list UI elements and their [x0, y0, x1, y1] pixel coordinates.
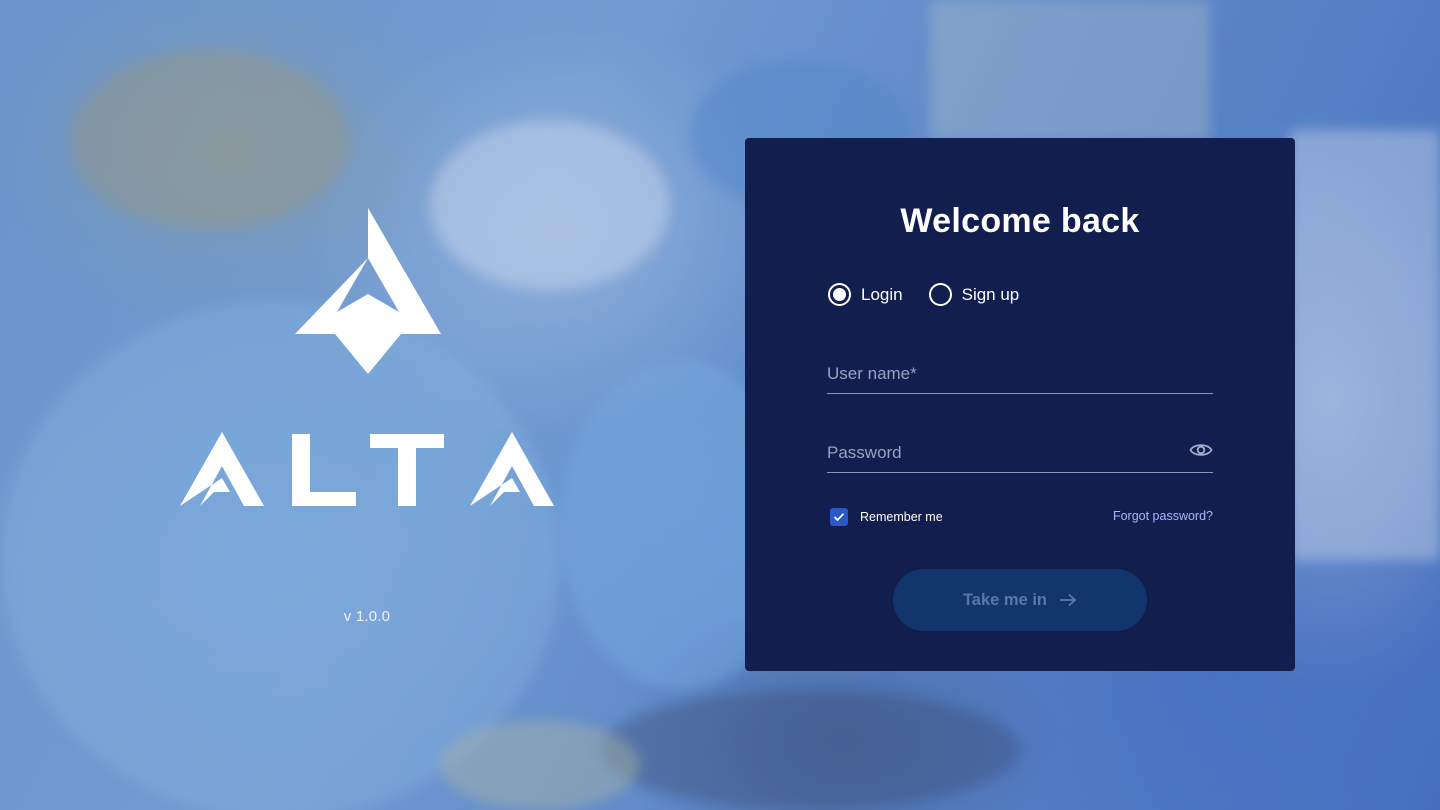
remember-me-label: Remember me: [860, 510, 943, 524]
signup-radio[interactable]: [928, 283, 952, 306]
auth-mode-group: Login Sign up: [828, 283, 1019, 306]
signup-radio-option[interactable]: Sign up: [928, 283, 1020, 306]
remember-me[interactable]: Remember me: [830, 508, 943, 526]
username-field: [827, 354, 1213, 394]
login-radio-option[interactable]: Login: [828, 283, 903, 306]
alta-triangle-logo: [295, 208, 441, 374]
eye-icon[interactable]: [1189, 441, 1213, 459]
username-input[interactable]: [827, 354, 1213, 393]
remember-me-checkbox[interactable]: [830, 508, 848, 526]
password-field: [827, 433, 1213, 473]
card-title: Welcome back: [900, 202, 1140, 240]
password-input[interactable]: [827, 433, 1213, 472]
submit-label: Take me in: [962, 590, 1048, 609]
app-version: v 1.0.0: [343, 608, 391, 625]
checkmark-icon: [833, 513, 845, 522]
forgot-password-link[interactable]: Forgot password?: [1113, 509, 1213, 523]
login-radio[interactable]: [828, 283, 851, 306]
login-card: Welcome back Login Sign up Remember me F…: [745, 138, 1295, 671]
alta-wordmark: [180, 432, 554, 506]
take-me-in-button[interactable]: Take me in: [893, 569, 1147, 631]
login-radio-label: Login: [861, 284, 903, 304]
arrow-right-icon: [1060, 593, 1077, 607]
signup-radio-label: Sign up: [961, 284, 1020, 304]
